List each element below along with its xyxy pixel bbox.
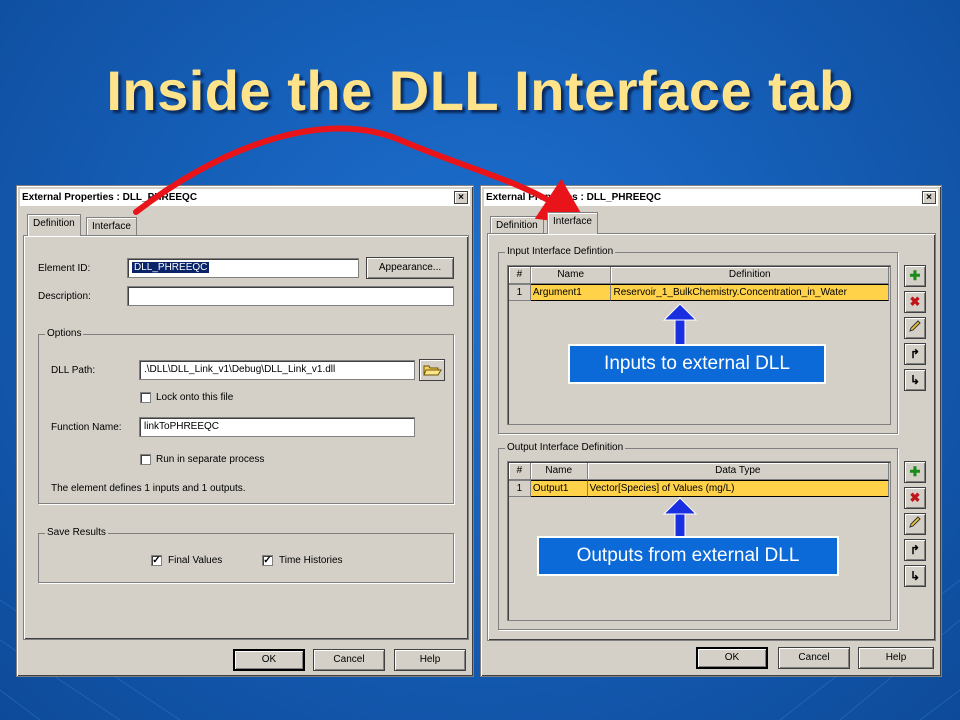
tab-interface[interactable]: Interface [547, 212, 598, 234]
outputs-callout: Outputs from external DLL [537, 536, 839, 576]
input-name-cell[interactable]: Argument1 [530, 284, 612, 301]
ok-button[interactable]: OK [696, 647, 768, 669]
edit-pencil-icon [909, 516, 921, 528]
column-header[interactable]: Definition [611, 267, 889, 284]
column-header[interactable]: # [509, 463, 531, 480]
move-up-input-button[interactable]: ↱ [904, 343, 926, 365]
move-down-input-button[interactable]: ↳ [904, 369, 926, 391]
browse-folder-button[interactable] [419, 359, 445, 381]
output-name-cell[interactable]: Output1 [530, 480, 588, 497]
move-down-output-button[interactable]: ↳ [904, 565, 926, 587]
edit-input-button[interactable] [904, 317, 926, 339]
move-up-icon: ↱ [909, 543, 921, 557]
move-up-icon: ↱ [909, 347, 921, 361]
right-dialog-titlebar: External Properties : DLL_PHREEQC × [484, 189, 938, 206]
tab-definition[interactable]: Definition [27, 214, 81, 236]
tab-interface[interactable]: Interface [86, 217, 137, 236]
close-icon[interactable]: × [454, 191, 468, 204]
row-number: 1 [509, 284, 531, 301]
cancel-button[interactable]: Cancel [313, 649, 385, 671]
output-datatype-cell[interactable]: Vector[Species] of Values (mg/L) [587, 480, 890, 497]
final-values-checkbox[interactable]: ✓ [151, 555, 162, 566]
delete-output-button[interactable]: ✖ [904, 487, 926, 509]
column-header[interactable]: # [509, 267, 531, 284]
input-definition-cell[interactable]: Reservoir_1_BulkChemistry.Concentration_… [611, 284, 889, 301]
time-histories-checkbox[interactable]: ✓ [262, 555, 273, 566]
table-row[interactable]: 1 Output1 Vector[Species] of Values (mg/… [509, 480, 890, 497]
element-summary-text: The element defines 1 inputs and 1 outpu… [51, 483, 246, 494]
close-icon[interactable]: × [922, 191, 936, 204]
appearance-button[interactable]: Appearance... [366, 257, 454, 279]
move-down-icon: ↳ [909, 569, 921, 583]
element-id-label: Element ID: [38, 263, 91, 274]
output-grid-header: # Name Data Type [509, 463, 889, 480]
element-id-field[interactable]: DLL_PHREEQC [127, 258, 359, 278]
left-dialog-title: External Properties : DLL_PHREEQC [22, 192, 198, 203]
dll-path-field[interactable]: .\DLL\DLL_Link_v1\Debug\DLL_Link_v1.dll [139, 360, 415, 380]
description-field[interactable] [127, 286, 454, 306]
description-label: Description: [38, 291, 91, 302]
save-results-group-title: Save Results [45, 527, 108, 538]
help-button[interactable]: Help [858, 647, 934, 669]
move-up-output-button[interactable]: ↱ [904, 539, 926, 561]
element-id-value: DLL_PHREEQC [132, 262, 210, 273]
column-header[interactable]: Name [530, 463, 588, 480]
output-group-title: Output Interface Definition [505, 442, 626, 453]
add-output-button[interactable]: ✚ [904, 461, 926, 483]
function-name-label: Function Name: [51, 422, 122, 433]
dll-path-label: DLL Path: [51, 365, 96, 376]
function-name-field[interactable]: linkToPHREEQC [139, 417, 415, 437]
table-row[interactable]: 1 Argument1 Reservoir_1_BulkChemistry.Co… [509, 284, 889, 301]
options-group: Options DLL Path: .\DLL\DLL_Link_v1\Debu… [38, 328, 454, 504]
input-grid-header: # Name Definition [509, 267, 889, 284]
definition-tab-panel: Element ID: DLL_PHREEQC Appearance... De… [23, 235, 469, 640]
lock-file-checkbox[interactable] [140, 392, 151, 403]
save-results-group: Save Results ✓ Final Values ✓ Time Histo… [38, 527, 454, 583]
left-dialog-titlebar: External Properties : DLL_PHREEQC × [20, 189, 470, 206]
inputs-callout: Inputs to external DLL [568, 344, 826, 384]
move-down-icon: ↳ [909, 373, 921, 387]
delete-input-button[interactable]: ✖ [904, 291, 926, 313]
column-header[interactable]: Name [530, 267, 612, 284]
right-dialog-title: External Properties : DLL_PHREEQC [486, 192, 662, 203]
separate-process-label: Run in separate process [156, 454, 265, 465]
open-folder-icon [423, 365, 442, 376]
options-group-title: Options [45, 328, 84, 339]
cancel-button[interactable]: Cancel [778, 647, 850, 669]
separate-process-checkbox[interactable] [140, 454, 151, 465]
final-values-label: Final Values [168, 555, 223, 566]
left-properties-dialog: External Properties : DLL_PHREEQC × Defi… [16, 185, 474, 677]
edit-pencil-icon [909, 320, 921, 332]
input-group-title: Input Interface Defintion [505, 246, 616, 257]
ok-button[interactable]: OK [233, 649, 305, 671]
interface-tab-panel: Input Interface Defintion # Name Definit… [487, 233, 936, 641]
right-properties-dialog: External Properties : DLL_PHREEQC × Defi… [480, 185, 942, 677]
edit-output-button[interactable] [904, 513, 926, 535]
time-histories-label: Time Histories [279, 555, 343, 566]
input-interface-group: Input Interface Defintion # Name Definit… [498, 246, 898, 434]
add-input-button[interactable]: ✚ [904, 265, 926, 287]
column-header[interactable]: Data Type [587, 463, 889, 480]
slide-title: Inside the DLL Interface tab [106, 59, 854, 122]
lock-file-label: Lock onto this file [156, 392, 234, 403]
help-button[interactable]: Help [394, 649, 466, 671]
row-number: 1 [509, 480, 531, 497]
